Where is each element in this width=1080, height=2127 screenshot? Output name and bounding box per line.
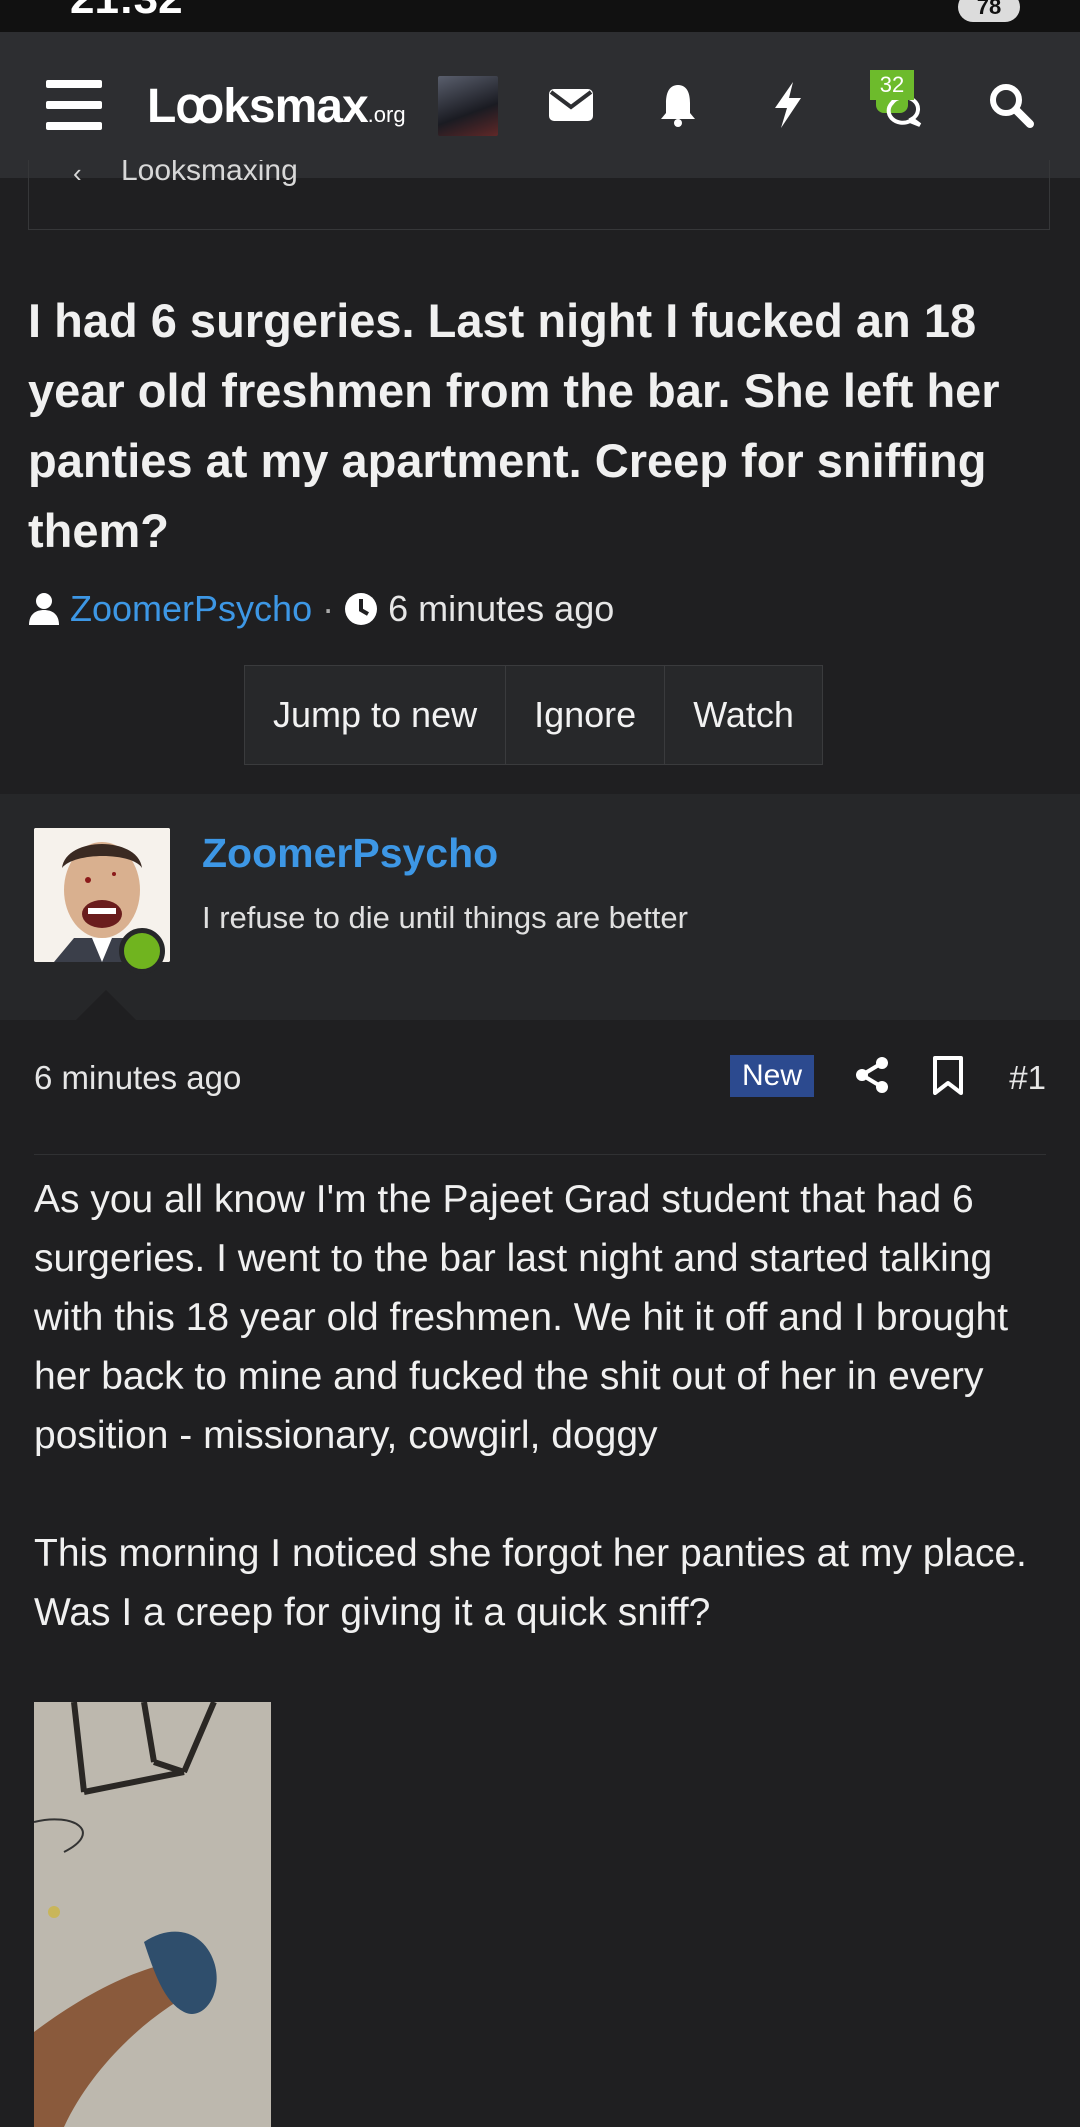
watch-button[interactable]: Watch: [665, 666, 822, 764]
site-logo[interactable]: Lꝏksmax.org: [147, 78, 406, 134]
post-number-link[interactable]: #1: [1009, 1059, 1046, 1097]
thread-actions: Jump to new Ignore Watch: [244, 665, 823, 765]
post-time[interactable]: 6 minutes ago: [34, 1059, 241, 1097]
post-body: As you all know I'm the Pajeet Grad stud…: [34, 1178, 1027, 1634]
inbox-icon[interactable]: [540, 74, 602, 136]
new-badge: New: [730, 1055, 815, 1097]
status-time: 21:32: [70, 0, 183, 24]
post-user-block: ZoomerPsycho I refuse to die until thing…: [0, 794, 1080, 1020]
account-avatar[interactable]: [438, 76, 498, 136]
thread-meta: ZoomerPsycho · 6 minutes ago: [28, 588, 614, 630]
user-icon: [29, 593, 59, 625]
bell-icon[interactable]: [647, 74, 709, 136]
menu-icon[interactable]: [46, 80, 102, 130]
online-status-indicator: [119, 928, 165, 974]
chevron-left-icon: ‹: [73, 160, 82, 188]
logo-suffix: .org: [367, 102, 406, 127]
battery-icon: 78: [958, 0, 1020, 22]
search-icon[interactable]: [980, 74, 1042, 136]
breadcrumb-label: Looksmaxing: [121, 160, 298, 187]
share-icon[interactable]: [852, 1055, 892, 1095]
top-navbar: Lꝏksmax.org 32: [0, 32, 1080, 178]
thread-author-link[interactable]: ZoomerPsycho: [70, 588, 312, 630]
ignore-button[interactable]: Ignore: [506, 666, 666, 764]
meta-separator: ·: [322, 588, 335, 629]
user-block-caret: [76, 990, 136, 1020]
post-attachment-image[interactable]: [34, 1702, 271, 2127]
jump-to-new-button[interactable]: Jump to new: [245, 666, 507, 764]
thread-title: I had 6 surgeries. Last night I fucked a…: [28, 294, 1000, 557]
post-username[interactable]: ZoomerPsycho: [202, 830, 498, 877]
user-title: I refuse to die until things are better: [202, 900, 688, 935]
post-header: 6 minutes ago New #1: [34, 1055, 1046, 1155]
lightning-icon[interactable]: [757, 74, 819, 136]
logo-text: Lꝏksmax: [147, 80, 369, 133]
status-icons: 78: [958, 0, 1020, 22]
notification-badge: 32: [870, 70, 914, 100]
breadcrumb[interactable]: ‹ Looksmaxing: [28, 160, 1050, 230]
bookmark-icon[interactable]: [930, 1055, 966, 1095]
status-bar: 21:32 78: [0, 0, 1080, 32]
thread-time[interactable]: 6 minutes ago: [388, 588, 614, 630]
clock-icon: [345, 593, 378, 625]
